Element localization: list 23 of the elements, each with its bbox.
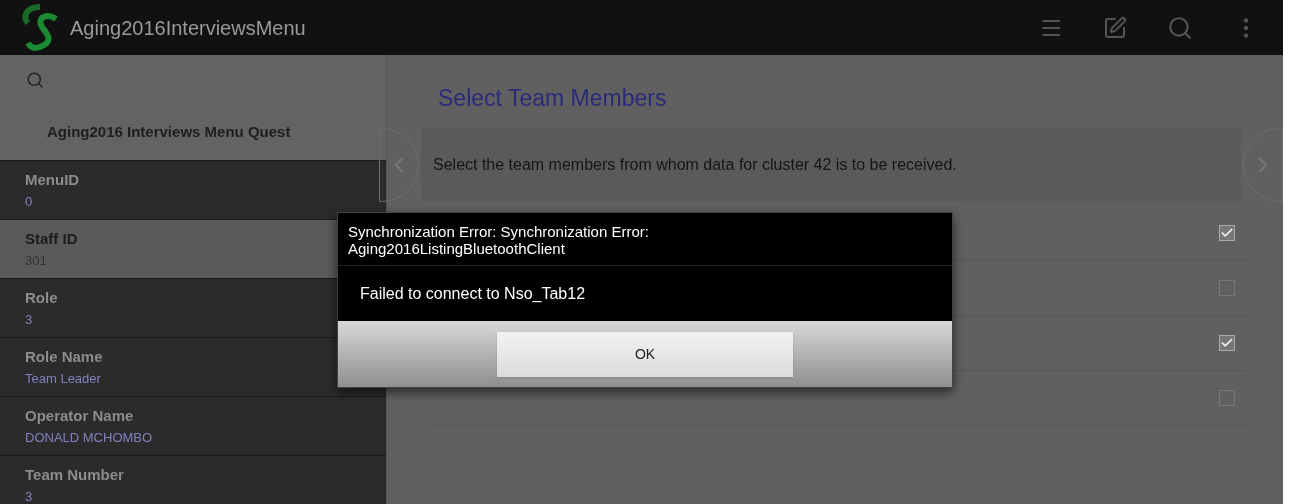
app-title: Aging2016InterviewsMenu	[70, 15, 306, 41]
item-value: DONALD MCHOMBO	[25, 428, 153, 447]
search-icon[interactable]	[1167, 14, 1193, 41]
search-icon[interactable]	[26, 71, 44, 89]
sidebar-item[interactable]: MenuID 0	[0, 160, 386, 219]
checkbox[interactable]	[1219, 224, 1235, 241]
item-label: Operator Name	[25, 406, 134, 426]
item-label: Staff ID	[25, 229, 78, 249]
item-label: Role Name	[25, 347, 103, 367]
sidebar-item[interactable]: Operator Name DONALD MCHOMBO	[0, 396, 386, 455]
item-label: Role	[25, 288, 58, 308]
item-value: 0	[25, 192, 33, 211]
item-value: Team Leader	[25, 369, 101, 388]
ok-button[interactable]: OK	[497, 331, 793, 377]
item-value: 3	[25, 487, 33, 504]
item-label: Team Number	[25, 465, 124, 485]
item-value: 3	[25, 310, 33, 329]
edit-icon[interactable]	[1103, 15, 1127, 40]
sidebar-item[interactable]: Team Number 3	[0, 455, 386, 504]
checkbox[interactable]	[1219, 334, 1235, 351]
sidebar-title: Aging2016 Interviews Menu Quest	[47, 122, 291, 143]
question-text: Select the team members from whom data for cluster 42 is to be received.	[433, 154, 957, 175]
item-label: MenuID	[25, 170, 80, 190]
